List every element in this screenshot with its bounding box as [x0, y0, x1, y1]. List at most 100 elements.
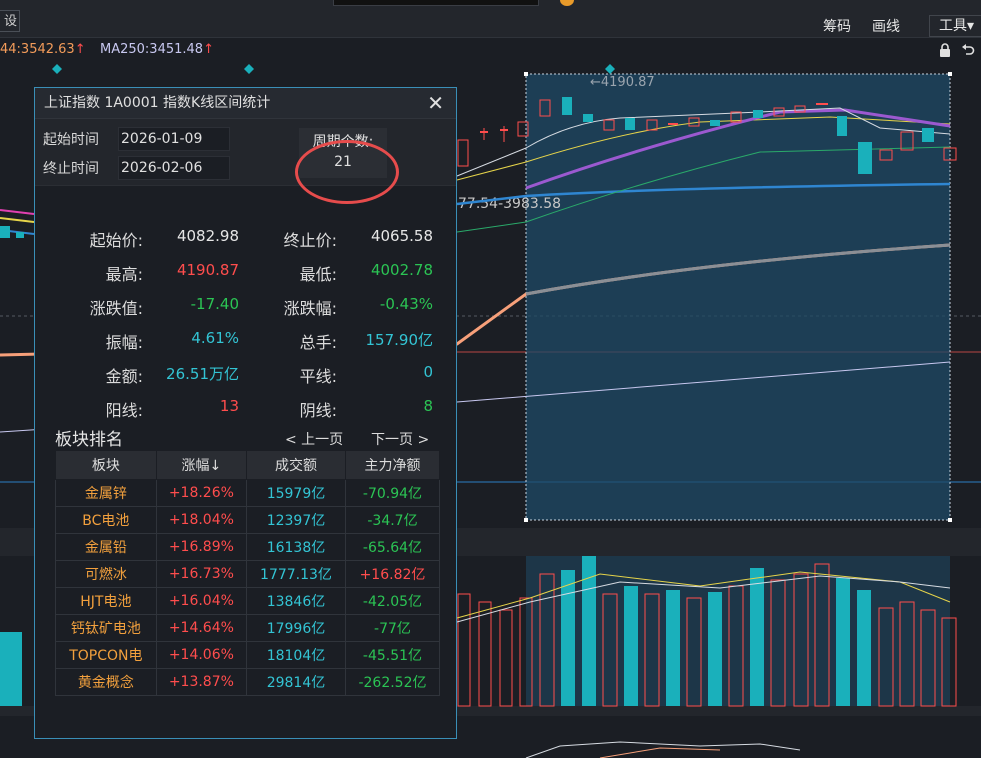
table-row[interactable]: 金属锌 +18.26% 15979亿 -70.94亿	[55, 479, 441, 507]
up-arrow-icon: ↑	[74, 42, 86, 57]
status-dot-icon	[560, 0, 574, 6]
sector-name: HJT电池	[55, 587, 157, 615]
settings-button[interactable]: 设	[0, 10, 20, 32]
sector-amount: 1777.13亿	[246, 560, 346, 588]
search-input[interactable]	[333, 0, 539, 6]
chips-button[interactable]: 筹码	[823, 16, 851, 36]
sector-pct: +16.73%	[155, 560, 248, 588]
sector-pct: +18.04%	[155, 506, 248, 534]
sector-name: BC电池	[55, 506, 157, 534]
volume-label: 总手:	[299, 333, 337, 352]
sector-pct: +13.87%	[155, 668, 248, 696]
sector-name: 钙钛矿电池	[55, 614, 157, 642]
sector-amount: 18104亿	[246, 641, 346, 669]
sector-name: 可燃冰	[55, 560, 157, 588]
start-price-label: 起始价:	[89, 231, 143, 250]
change-value: -17.40	[190, 295, 239, 313]
highlight-circle	[295, 140, 399, 204]
next-page-button[interactable]: 下一页 >	[371, 429, 429, 449]
sector-pct: +16.89%	[155, 533, 248, 561]
end-date-field[interactable]: 2026-02-06	[118, 156, 230, 180]
sector-net: +16.82亿	[344, 560, 441, 588]
sector-ranking-table: 板块 涨幅↓ 成交额 主力净额 金属锌 +18.26% 15979亿 -70.9…	[55, 450, 441, 696]
dialog-header: 上证指数 1A0001 指数K线区间统计 ✕	[35, 88, 456, 119]
sector-pct: +14.64%	[155, 614, 248, 642]
yin-label: 阴线:	[299, 401, 337, 420]
sector-ranking-title: 板块排名	[55, 430, 123, 450]
lock-icon[interactable]	[939, 43, 951, 57]
end-price-label: 终止价:	[283, 231, 337, 250]
high-value: 4190.87	[176, 261, 239, 279]
start-date-field[interactable]: 2026-01-09	[118, 127, 230, 151]
sector-net: -70.94亿	[344, 479, 441, 507]
top-toolbar: 设 筹码 画线 工具▾	[0, 0, 981, 38]
end-price-value: 4065.58	[370, 227, 433, 245]
volume-value: 157.90亿	[365, 331, 434, 349]
high-marker-label: ←4190.87	[590, 75, 655, 90]
yang-value: 13	[219, 397, 239, 415]
period-markers[interactable]	[52, 64, 615, 74]
indicator-line	[525, 741, 801, 758]
start-price-value: 4082.98	[176, 227, 239, 245]
column-header[interactable]: 涨幅↓	[155, 450, 248, 480]
draw-line-button[interactable]: 画线	[872, 16, 900, 36]
sector-net: -262.52亿	[344, 668, 441, 696]
amount-label: 金额:	[105, 367, 143, 386]
dialog-title: 上证指数 1A0001 指数K线区间统计	[44, 95, 271, 111]
sector-net: -42.05亿	[344, 587, 441, 615]
sector-net: -77亿	[344, 614, 441, 642]
ma-a-value: 44:3542.63↑	[0, 42, 86, 57]
flat-value: 0	[423, 363, 433, 381]
sector-net: -34.7亿	[344, 506, 441, 534]
ma-indicator-bar: 44:3542.63↑ MA250:3451.48↑	[0, 38, 981, 62]
yin-value: 8	[423, 397, 433, 415]
sector-name: TOPCON电	[55, 641, 157, 669]
amount-value: 26.51万亿	[166, 365, 239, 383]
start-time-label: 起始时间	[43, 132, 99, 148]
column-header[interactable]: 板块	[55, 450, 157, 480]
change-pct-label: 涨跌幅:	[283, 299, 337, 318]
column-header[interactable]: 主力净额	[344, 450, 441, 480]
change-pct-value: -0.43%	[379, 295, 433, 313]
table-row[interactable]: HJT电池 +16.04% 13846亿 -42.05亿	[55, 587, 441, 615]
up-arrow-icon: ↑	[203, 42, 214, 57]
sector-name: 金属锌	[55, 479, 157, 507]
high-label: 最高:	[105, 265, 143, 284]
undo-icon[interactable]	[961, 42, 975, 56]
table-row[interactable]: 可燃冰 +16.73% 1777.13亿 +16.82亿	[55, 560, 441, 588]
date-range-section: 起始时间 2026-01-09 终止时间 2026-02-06 周期个数: 21	[35, 119, 456, 204]
interval-statistics-dialog: 上证指数 1A0001 指数K线区间统计 ✕ 起始时间 2026-01-09 终…	[34, 87, 457, 739]
sector-pct: +14.06%	[155, 641, 248, 669]
ma-left-yellow	[0, 217, 35, 223]
sector-pct: +16.04%	[155, 587, 248, 615]
change-label: 涨跌值:	[89, 299, 143, 318]
sector-pct: +18.26%	[155, 479, 248, 507]
flat-label: 平线:	[299, 367, 337, 386]
low-label: 最低:	[299, 265, 337, 284]
sector-amount: 16138亿	[246, 533, 346, 561]
table-row[interactable]: TOPCON电 +14.06% 18104亿 -45.51亿	[55, 641, 441, 669]
table-row[interactable]: 钙钛矿电池 +14.64% 17996亿 -77亿	[55, 614, 441, 642]
sector-amount: 13846亿	[246, 587, 346, 615]
amplitude-label: 振幅:	[105, 333, 143, 352]
ma250-value: MA250:3451.48↑	[100, 42, 214, 57]
sector-net: -45.51亿	[344, 641, 441, 669]
column-header[interactable]: 成交额	[246, 450, 346, 480]
amplitude-value: 4.61%	[191, 329, 239, 347]
tools-menu-button[interactable]: 工具▾	[929, 15, 981, 37]
selection-range-box[interactable]	[525, 73, 951, 521]
sector-name: 黄金概念	[55, 668, 157, 696]
sector-amount: 29814亿	[246, 668, 346, 696]
table-row[interactable]: 金属铅 +16.89% 16138亿 -65.64亿	[55, 533, 441, 561]
sector-amount: 15979亿	[246, 479, 346, 507]
sector-net: -65.64亿	[344, 533, 441, 561]
table-row[interactable]: BC电池 +18.04% 12397亿 -34.7亿	[55, 506, 441, 534]
end-time-label: 终止时间	[43, 161, 99, 177]
ma-left-pink	[0, 209, 35, 215]
sector-amount: 12397亿	[246, 506, 346, 534]
table-header-row: 板块 涨幅↓ 成交额 主力净额	[55, 450, 441, 480]
table-row[interactable]: 黄金概念 +13.87% 29814亿 -262.52亿	[55, 668, 441, 696]
sector-name: 金属铅	[55, 533, 157, 561]
prev-page-button[interactable]: < 上一页	[285, 429, 343, 449]
close-icon[interactable]: ✕	[427, 88, 444, 118]
